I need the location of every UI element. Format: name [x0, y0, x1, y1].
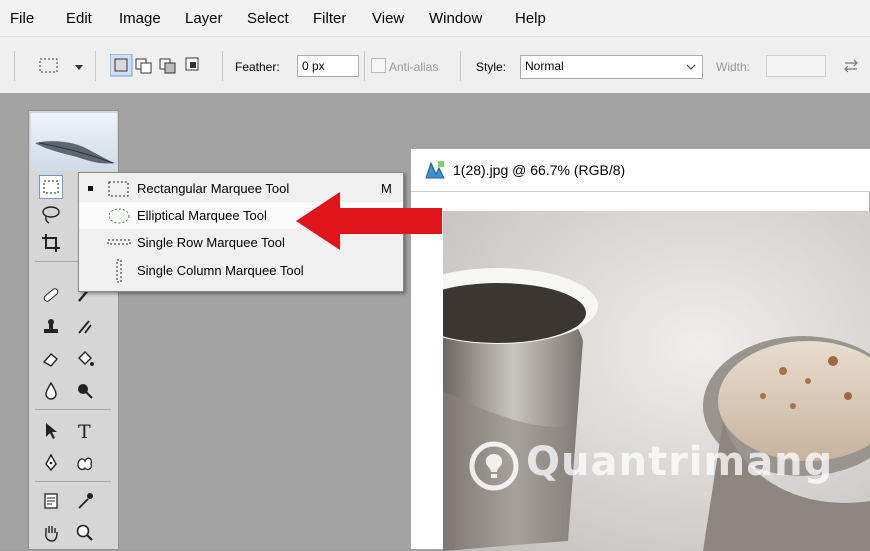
options-separator — [222, 51, 223, 81]
style-select[interactable]: Normal — [520, 55, 703, 79]
type-tool[interactable]: T — [73, 419, 97, 443]
coffee-cups-image — [443, 211, 870, 551]
lasso-tool[interactable] — [39, 203, 63, 227]
options-separator — [364, 51, 365, 81]
selected-bullet — [88, 186, 93, 191]
svg-text:T: T — [78, 421, 91, 441]
burn-icon — [78, 384, 93, 399]
chevron-down-icon[interactable] — [74, 64, 84, 72]
ellipse-marquee-icon — [108, 208, 130, 224]
arrow-cursor-icon — [46, 423, 57, 439]
photoshop-feather-logo — [31, 113, 117, 171]
custom-shape-tool[interactable] — [73, 451, 97, 475]
style-select-value: Normal — [525, 59, 564, 73]
chevron-down-icon — [686, 64, 696, 70]
feather-label: Feather: — [235, 60, 280, 74]
width-input[interactable] — [766, 55, 826, 77]
zoom-tool[interactable] — [73, 521, 97, 545]
zoom-icon — [76, 524, 93, 541]
flyout-item-label: Rectangular Marquee Tool — [137, 181, 290, 196]
red-arrow-annotation — [296, 192, 442, 250]
menu-layer[interactable]: Layer — [185, 10, 223, 27]
options-separator — [95, 51, 96, 81]
style-label: Style: — [476, 60, 507, 74]
options-bar: Feather: 0 px Anti-alias Style: Normal W… — [0, 36, 870, 94]
hand-icon — [45, 526, 58, 542]
menu-file[interactable]: File — [10, 10, 34, 27]
watermark-text: Quantrimang — [526, 439, 834, 485]
flyout-item-label: Single Column Marquee Tool — [137, 263, 304, 278]
options-separator — [460, 51, 461, 81]
document-title: 1(28).jpg @ 66.7% (RGB/8) — [453, 162, 626, 178]
menu-window[interactable]: Window — [429, 10, 482, 27]
photo-canvas[interactable] — [443, 211, 870, 551]
marquee-preset-icon[interactable] — [38, 57, 60, 75]
bandage-icon — [43, 288, 59, 302]
blur-tool[interactable] — [39, 379, 63, 403]
document-file-icon — [425, 161, 445, 179]
paint-bucket-tool[interactable] — [73, 347, 97, 371]
rect-marquee-icon — [108, 181, 129, 197]
menu-bar: File Edit Image Layer Select Filter View… — [0, 0, 870, 36]
options-grip — [14, 51, 15, 81]
eraser-icon — [42, 353, 58, 367]
feather-icon — [35, 141, 115, 164]
shape-icon — [77, 457, 93, 471]
hand-tool[interactable] — [39, 521, 63, 545]
crop-tool[interactable] — [39, 231, 63, 255]
flyout-item-label: Single Row Marquee Tool — [137, 235, 285, 250]
flyout-item-single-column-marquee[interactable]: Single Column Marquee Tool — [79, 257, 403, 284]
eyedropper-tool[interactable] — [73, 489, 97, 513]
stamp-icon — [44, 319, 58, 333]
note-icon — [44, 493, 58, 509]
healing-brush-tool[interactable] — [39, 283, 63, 307]
path-selection-tool[interactable] — [39, 419, 63, 443]
marquee-tool[interactable] — [39, 175, 63, 199]
eyedropper-icon — [78, 493, 93, 509]
feather-input[interactable]: 0 px — [297, 55, 359, 77]
document-tab[interactable]: 1(28).jpg @ 66.7% (RGB/8) — [411, 149, 870, 192]
toolbox-separator — [35, 409, 111, 410]
notes-tool[interactable] — [39, 489, 63, 513]
selection-mode-icons[interactable] — [110, 54, 210, 78]
pen-icon — [45, 453, 57, 472]
single-row-marquee-icon — [107, 239, 131, 245]
menu-view[interactable]: View — [372, 10, 404, 27]
single-column-marquee-icon — [116, 259, 122, 283]
menu-filter[interactable]: Filter — [313, 10, 346, 27]
width-label: Width: — [716, 60, 751, 74]
menu-select[interactable]: Select — [247, 10, 289, 27]
history-brush-icon — [78, 320, 92, 334]
menu-help[interactable]: Help — [515, 10, 546, 27]
paint-bucket-icon — [78, 351, 94, 366]
drop-icon — [45, 381, 57, 400]
lasso-icon — [42, 206, 60, 224]
antialias-checkbox[interactable] — [371, 58, 386, 73]
history-brush-tool[interactable] — [73, 315, 97, 339]
pen-tool[interactable] — [39, 451, 63, 475]
quantrimang-watermark: Quantrimang — [466, 436, 832, 499]
crop-icon — [42, 234, 60, 252]
menu-image[interactable]: Image — [119, 10, 161, 27]
menu-edit[interactable]: Edit — [66, 10, 92, 27]
eraser-tool[interactable] — [39, 347, 63, 371]
toolbox-separator — [35, 481, 111, 482]
type-icon: T — [78, 421, 91, 441]
flyout-item-label: Elliptical Marquee Tool — [137, 208, 267, 223]
antialias-label: Anti-alias — [389, 60, 439, 74]
rect-marquee-icon — [43, 180, 59, 194]
swap-icon[interactable] — [843, 59, 859, 73]
burn-tool[interactable] — [73, 379, 97, 403]
clone-stamp-tool[interactable] — [39, 315, 63, 339]
